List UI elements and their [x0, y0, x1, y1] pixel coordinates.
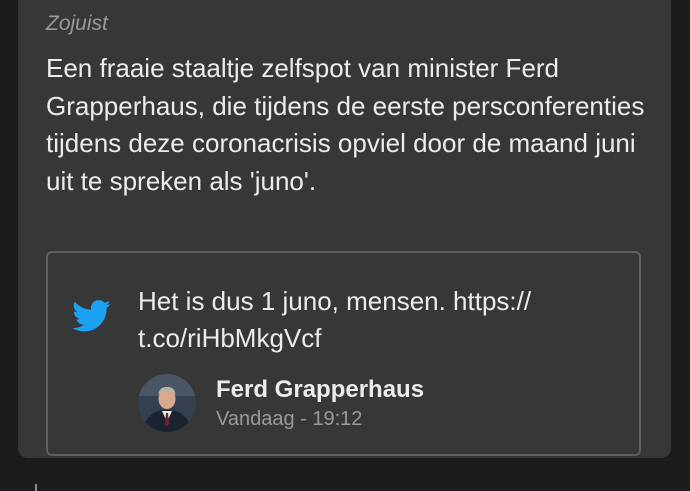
tweet-text[interactable]: Het is dus 1 juno, mensen. https:// t.co…: [138, 283, 608, 357]
embedded-tweet[interactable]: Het is dus 1 juno, mensen. https:// t.co…: [46, 251, 641, 456]
avatar-portrait-icon: [138, 374, 196, 432]
post-card: Zojuist Een fraaie staaltje zelfspot van…: [18, 0, 671, 458]
tweet-author-name[interactable]: Ferd Grapperhaus: [216, 376, 424, 404]
text-cursor-mark: [35, 484, 37, 491]
twitter-bird-icon: [72, 300, 111, 332]
post-text: Een fraaie staaltje zelfspot van ministe…: [46, 53, 645, 196]
tweet-date: Vandaag - 19:12: [216, 408, 363, 430]
post-timestamp: Zojuist: [46, 12, 108, 35]
author-avatar[interactable]: [138, 374, 196, 432]
